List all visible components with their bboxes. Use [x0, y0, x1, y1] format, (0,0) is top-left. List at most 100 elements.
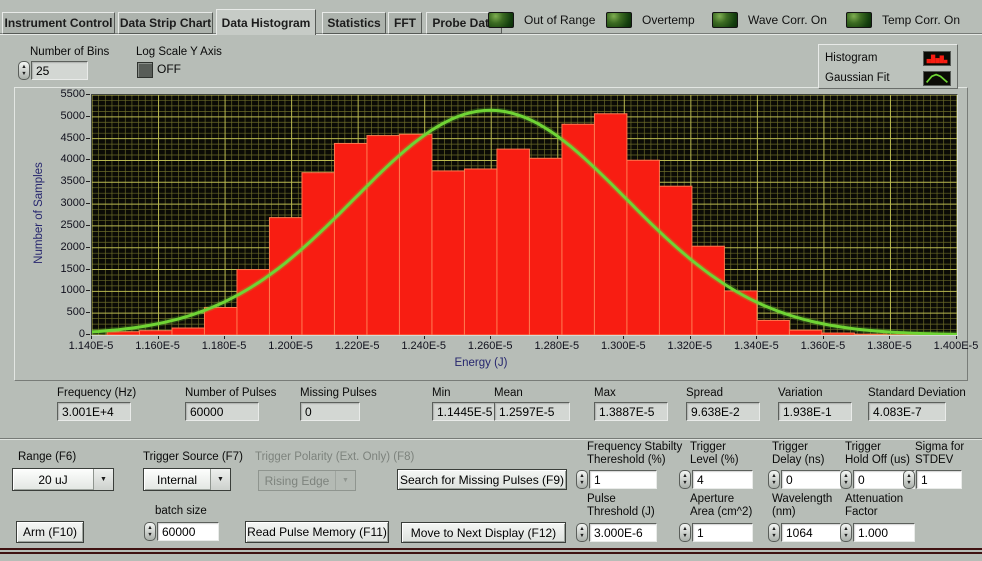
search-missing-pulses-button[interactable]: Search for Missing Pulses (F9): [397, 469, 567, 490]
field-aperture-area-cm-2[interactable]: 1: [692, 523, 753, 542]
spinner-down-icon[interactable]: ▼: [147, 533, 152, 537]
spinner-trigger-hold-off-us[interactable]: ▲▼: [840, 470, 852, 489]
led-temp-corr-on: [846, 12, 872, 28]
label-frequency-stabilty-thereshold: Frequency Stabilty: [587, 441, 682, 453]
x-tick-label: 1.360E-5: [794, 340, 852, 352]
front-panel: { "tabs": [ {"label": "Instrument Contro…: [0, 0, 982, 561]
spinner-up-icon[interactable]: ▲: [906, 474, 911, 478]
tab-data-histogram[interactable]: Data Histogram: [216, 9, 316, 35]
x-tick-mark: [756, 336, 757, 339]
x-tick-label: 1.280E-5: [528, 340, 586, 352]
spinner-trigger-delay-ns[interactable]: ▲▼: [768, 470, 780, 489]
spinner-up-icon[interactable]: ▲: [843, 527, 848, 531]
read-pulse-memory-button[interactable]: Read Pulse Memory (F11): [245, 521, 389, 543]
x-tick-label: 1.320E-5: [661, 340, 719, 352]
field-pulse-threshold-j[interactable]: 3.000E-6: [589, 523, 657, 542]
spinner-up-icon[interactable]: ▲: [682, 474, 687, 478]
x-tick-mark: [956, 336, 957, 339]
chevron-down-icon[interactable]: ▼: [93, 469, 113, 490]
field-frequency-stabilty-thereshold[interactable]: 1: [589, 470, 657, 489]
chevron-down-icon[interactable]: ▼: [210, 469, 230, 490]
histogram-bar: [789, 330, 821, 335]
y-tick-label: 5000: [45, 110, 85, 122]
batch-size-spinner[interactable]: ▲▼: [144, 522, 156, 541]
log-scale-toggle-button[interactable]: [137, 62, 153, 78]
spinner-up-icon[interactable]: ▲: [843, 474, 848, 478]
legend-item-gaussian-fit[interactable]: Gaussian Fit: [825, 69, 951, 87]
spinner-up-icon[interactable]: ▲: [771, 474, 776, 478]
y-tick-label: 4500: [45, 132, 85, 144]
number-of-bins-field[interactable]: 25: [31, 61, 88, 80]
label-trigger-level: Trigger: [690, 441, 726, 453]
y-tick-mark: [86, 138, 90, 139]
spinner-up-icon[interactable]: ▲: [771, 527, 776, 531]
spinner-wavelength-nm[interactable]: ▲▼: [768, 523, 780, 542]
field-attenuation-factor[interactable]: 1.000: [853, 523, 915, 542]
move-next-display-button[interactable]: Move to Next Display (F12): [401, 522, 566, 543]
spinner-up-icon[interactable]: ▲: [682, 527, 687, 531]
label-wavelength-nm: (nm): [772, 506, 796, 518]
trigger-source-dropdown[interactable]: Internal ▼: [143, 468, 231, 491]
tab-statistics[interactable]: Statistics: [322, 12, 386, 34]
tab-data-strip-chart[interactable]: Data Strip Chart: [118, 12, 213, 34]
spinner-frequency-stabilty-thereshold[interactable]: ▲▼: [576, 470, 588, 489]
spinner-up-icon[interactable]: ▲: [147, 526, 152, 530]
stat-value-frequency-hz: 3.001E+4: [57, 402, 131, 421]
number-of-bins-spinner[interactable]: ▲▼: [18, 61, 30, 80]
field-wavelength-nm[interactable]: 1064: [781, 523, 841, 542]
stat-label-max: Max: [594, 387, 616, 399]
y-tick-mark: [86, 247, 90, 248]
range-dropdown[interactable]: 20 uJ ▼: [12, 468, 114, 491]
tab-instrument-control[interactable]: Instrument Control: [2, 12, 115, 34]
y-tick-label: 5500: [45, 88, 85, 100]
range-label: Range (F6): [18, 451, 76, 463]
label-sigma-for-stdev: STDEV: [915, 454, 953, 466]
field-sigma-for-stdev[interactable]: 1: [916, 470, 962, 489]
spinner-down-icon[interactable]: ▼: [843, 534, 848, 538]
spinner-trigger-level[interactable]: ▲▼: [679, 470, 691, 489]
label-trigger-hold-off-us: Trigger: [845, 441, 881, 453]
spinner-down-icon[interactable]: ▼: [843, 481, 848, 485]
stat-label-standard-deviation: Standard Deviation: [868, 387, 966, 399]
spinner-up-icon[interactable]: ▲: [21, 65, 26, 69]
tab-fft[interactable]: FFT: [388, 12, 422, 34]
spinner-up-icon[interactable]: ▲: [579, 527, 584, 531]
stat-value-standard-deviation: 4.083E-7: [868, 402, 946, 421]
spinner-down-icon[interactable]: ▼: [579, 481, 584, 485]
histogram-bar: [659, 186, 691, 335]
y-tick-mark: [86, 225, 90, 226]
spinner-attenuation-factor[interactable]: ▲▼: [840, 523, 852, 542]
spinner-pulse-threshold-j[interactable]: ▲▼: [576, 523, 588, 542]
spinner-aperture-area-cm-2[interactable]: ▲▼: [679, 523, 691, 542]
y-tick-mark: [86, 94, 90, 95]
x-tick-label: 1.340E-5: [727, 340, 785, 352]
label-trigger-delay-ns: Delay (ns): [772, 454, 824, 466]
x-tick-label: 1.300E-5: [594, 340, 652, 352]
field-trigger-delay-ns[interactable]: 0: [781, 470, 841, 489]
spinner-down-icon[interactable]: ▼: [906, 481, 911, 485]
field-trigger-level[interactable]: 4: [692, 470, 753, 489]
x-tick-label: 1.240E-5: [395, 340, 453, 352]
spinner-sigma-for-stdev[interactable]: ▲▼: [903, 470, 915, 489]
x-tick-label: 1.180E-5: [195, 340, 253, 352]
bottom-divider: [0, 548, 982, 556]
trigger-source-value: Internal: [144, 473, 210, 487]
spinner-down-icon[interactable]: ▼: [771, 481, 776, 485]
y-tick-label: 2500: [45, 219, 85, 231]
batch-size-field[interactable]: 60000: [157, 522, 219, 541]
indicator-label-temp-corr-on: Temp Corr. On: [882, 13, 960, 27]
spinner-down-icon[interactable]: ▼: [771, 534, 776, 538]
spinner-down-icon[interactable]: ▼: [682, 481, 687, 485]
legend-item-histogram[interactable]: Histogram: [825, 49, 951, 67]
x-tick-label: 1.380E-5: [860, 340, 918, 352]
label-attenuation-factor: Factor: [845, 506, 878, 518]
range-value: 20 uJ: [13, 473, 93, 487]
led-wave-corr-on: [712, 12, 738, 28]
arm-button[interactable]: Arm (F10): [16, 521, 84, 543]
spinner-down-icon[interactable]: ▼: [682, 534, 687, 538]
stat-label-mean: Mean: [494, 387, 523, 399]
spinner-down-icon[interactable]: ▼: [579, 534, 584, 538]
x-tick-mark: [424, 336, 425, 339]
spinner-down-icon[interactable]: ▼: [21, 72, 26, 76]
spinner-up-icon[interactable]: ▲: [579, 474, 584, 478]
